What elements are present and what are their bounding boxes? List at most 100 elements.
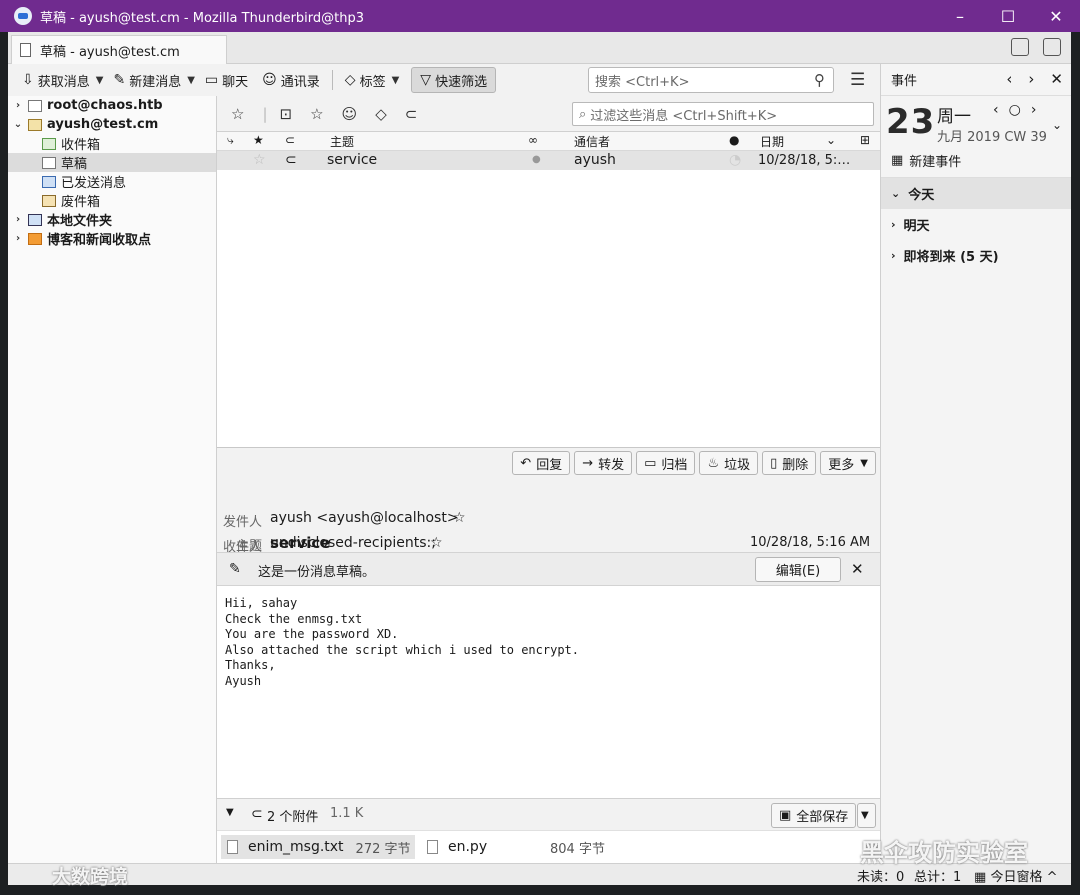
column-subject[interactable]: 主题 bbox=[330, 133, 354, 150]
paperclip-icon: ⊂ bbox=[251, 806, 263, 822]
star-icon[interactable]: ☆ bbox=[253, 152, 266, 168]
calendar-tab-icon[interactable] bbox=[1011, 38, 1029, 56]
to-value[interactable]: undisclosed-recipients:; bbox=[270, 535, 436, 551]
chat-button[interactable]: ▭ 聊天 bbox=[201, 67, 252, 93]
tag-button[interactable]: ◇ 标签 bbox=[341, 67, 390, 93]
minimize-button[interactable]: – bbox=[936, 0, 984, 32]
expand-calendar-icon[interactable]: ⌄ bbox=[1052, 118, 1062, 132]
get-messages-dropdown-icon[interactable]: ▼ bbox=[96, 75, 104, 86]
today-pane-nav: ‹›✕ bbox=[1006, 70, 1063, 88]
new-event-button[interactable]: ▦ 新建事件 bbox=[881, 144, 1071, 178]
watermark-left: 大数跨境 bbox=[52, 866, 129, 888]
feeds-account[interactable]: › 博客和新闻收取点 bbox=[8, 229, 216, 248]
read-column-icon[interactable]: ∞ bbox=[528, 133, 538, 147]
from-label: 发件人 bbox=[223, 515, 263, 530]
column-date[interactable]: 日期 bbox=[760, 133, 784, 150]
folder-inbox[interactable]: 收件箱 bbox=[8, 134, 216, 153]
sort-chevron-icon[interactable]: ⌄ bbox=[826, 133, 836, 147]
expand-icon[interactable]: › bbox=[12, 214, 24, 225]
thread-column-icon[interactable]: ⤷ bbox=[227, 133, 234, 148]
write-button[interactable]: ✎ 新建消息 bbox=[109, 67, 185, 93]
contact-filter-icon[interactable]: ☺ bbox=[342, 105, 358, 123]
unread-count: 未读：0 bbox=[857, 870, 905, 885]
close-icon[interactable]: ✕ bbox=[1050, 70, 1063, 88]
edit-draft-button[interactable]: 编辑(E) bbox=[755, 557, 841, 582]
agenda-upcoming[interactable]: › 即将到来 (5 天) bbox=[881, 240, 1071, 271]
window-titlebar[interactable]: 草稿 - ayush@test.cm - Mozilla Thunderbird… bbox=[0, 0, 1080, 32]
expand-icon[interactable]: › bbox=[12, 233, 24, 244]
agenda-tomorrow[interactable]: › 明天 bbox=[881, 209, 1071, 240]
folder-trash[interactable]: 废件箱 bbox=[8, 191, 216, 210]
close-icon[interactable]: ✕ bbox=[851, 560, 864, 578]
address-book-button[interactable]: ☺ 通讯录 bbox=[258, 67, 324, 93]
attachment-item[interactable]: enim_msg.txt 272 字节 bbox=[221, 835, 415, 859]
chevron-up-icon: ^ bbox=[1046, 870, 1058, 885]
close-window-button[interactable]: ✕ bbox=[1032, 0, 1080, 32]
from-value[interactable]: ayush <ayush@localhost> bbox=[270, 510, 459, 526]
folder-sent[interactable]: 已发送消息 bbox=[8, 172, 216, 191]
save-all-dropdown-icon[interactable]: ▼ bbox=[857, 803, 876, 828]
more-button[interactable]: 更多 ▼ bbox=[820, 451, 876, 475]
local-folders[interactable]: › 本地文件夹 bbox=[8, 210, 216, 229]
delete-button[interactable]: ▯ 删除 bbox=[762, 451, 817, 475]
attachment-column-icon[interactable]: ⊂ bbox=[285, 133, 295, 147]
save-all-button[interactable]: ▣ 全部保存 bbox=[771, 803, 857, 828]
tasks-tab-icon[interactable] bbox=[1043, 38, 1061, 56]
pin-icon[interactable]: ☆ bbox=[231, 105, 244, 123]
today-circle-icon[interactable]: ○ bbox=[1009, 102, 1031, 118]
star-column-icon[interactable]: ★ bbox=[253, 133, 264, 147]
archive-button[interactable]: ▭ 归档 bbox=[636, 451, 696, 475]
tab-drafts[interactable]: 草稿 - ayush@test.cm bbox=[11, 35, 227, 64]
junk-column-icon[interactable]: ● bbox=[729, 133, 739, 147]
app-menu-icon[interactable]: ☰ bbox=[850, 70, 865, 90]
file-icon bbox=[227, 840, 238, 854]
day-number: 23 bbox=[886, 102, 936, 142]
chat-bubble-icon: ▭ bbox=[204, 72, 219, 88]
forward-label: 转发 bbox=[598, 457, 625, 473]
expand-icon[interactable]: › bbox=[12, 100, 24, 111]
reply-button[interactable]: ↶ 回复 bbox=[512, 451, 571, 475]
today-pane-toggle[interactable]: ▦ 今日窗格 ^ bbox=[974, 866, 1058, 885]
quick-filter-label: 快速筛选 bbox=[435, 74, 488, 90]
attachment-count[interactable]: 2 个附件 bbox=[267, 806, 318, 825]
read-status-icon[interactable]: ● bbox=[532, 154, 541, 165]
expand-icon: › bbox=[891, 218, 896, 231]
starred-filter-icon[interactable]: ☆ bbox=[310, 105, 323, 123]
add-contact-star-icon[interactable]: ☆ bbox=[453, 510, 466, 526]
next-icon[interactable]: › bbox=[1028, 70, 1050, 88]
collapse-icon[interactable]: ⌄ bbox=[12, 119, 24, 130]
account-root[interactable]: › root@chaos.htb bbox=[8, 96, 216, 115]
body-line: Hii, sahay bbox=[225, 596, 298, 610]
attachment-filter-icon[interactable]: ⊂ bbox=[405, 105, 418, 123]
add-contact-star-icon[interactable]: ☆ bbox=[430, 535, 443, 551]
agenda-today[interactable]: ⌄ 今天 bbox=[881, 178, 1071, 209]
tag-filter-icon[interactable]: ◇ bbox=[375, 105, 387, 123]
write-dropdown-icon[interactable]: ▼ bbox=[187, 75, 195, 86]
agenda-label: 明天 bbox=[903, 219, 930, 234]
get-messages-button[interactable]: ⇩ 获取消息 bbox=[18, 67, 94, 93]
unread-filter-icon[interactable]: ⊡ bbox=[280, 105, 293, 123]
filter-messages-input[interactable]: ⌕ 过滤这些消息 <Ctrl+Shift+K> bbox=[572, 102, 874, 126]
column-correspondent[interactable]: 通信者 bbox=[574, 133, 610, 150]
folder-drafts[interactable]: 草稿 bbox=[8, 153, 216, 172]
quick-filter-button[interactable]: ▽ 快速筛选 bbox=[411, 67, 497, 93]
maximize-button[interactable]: ☐ bbox=[984, 0, 1032, 32]
column-picker-icon[interactable]: ⊞ bbox=[860, 133, 870, 147]
junk-button[interactable]: ♨ 垃圾 bbox=[699, 451, 759, 475]
attachments-toggle-icon[interactable]: ▼ bbox=[226, 807, 234, 818]
tag-dropdown-icon[interactable]: ▼ bbox=[392, 75, 400, 86]
sent-icon bbox=[42, 175, 56, 188]
previous-icon[interactable]: ‹ bbox=[1006, 70, 1028, 88]
global-search-input[interactable]: 搜索 <Ctrl+K> ⚲ bbox=[588, 67, 834, 93]
table-row[interactable]: ☆ ⊂ service ● ayush ◔ 10/28/18, 5:… bbox=[217, 151, 880, 170]
junk-status-icon[interactable]: ◔ bbox=[729, 152, 741, 168]
junk-label: 垃圾 bbox=[724, 457, 751, 473]
account-ayush[interactable]: ⌄ ayush@test.cm bbox=[8, 115, 216, 134]
forward-button[interactable]: → 转发 bbox=[574, 451, 633, 475]
save-all-label: 全部保存 bbox=[796, 810, 849, 825]
attachment-item[interactable]: en.py 804 字节 bbox=[421, 835, 621, 859]
folder-label: 本地文件夹 bbox=[47, 214, 113, 229]
previous-day-icon[interactable]: ‹ bbox=[993, 102, 1009, 118]
next-day-icon[interactable]: › bbox=[1031, 102, 1047, 118]
folder-label: 已发送消息 bbox=[61, 176, 127, 191]
